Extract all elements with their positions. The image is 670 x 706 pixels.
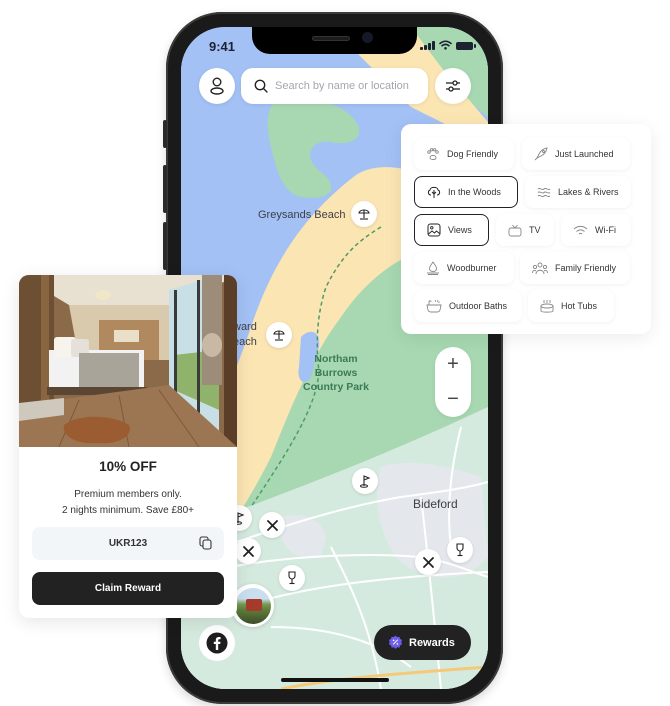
park-label-line3: Country Park xyxy=(303,381,369,393)
filter-chip-views[interactable]: Views xyxy=(414,214,489,246)
filter-chip-label: Outdoor Baths xyxy=(449,301,508,311)
wine-icon xyxy=(456,543,464,557)
status-time: 9:41 xyxy=(209,39,236,54)
beach-icon xyxy=(273,330,285,341)
wifi-status-icon xyxy=(438,40,452,50)
beach-icon xyxy=(358,209,370,220)
cabin-interior-photo xyxy=(19,275,237,447)
promo-code: UKR123 xyxy=(108,538,148,549)
filter-chip-outdoor-baths[interactable]: Outdoor Baths xyxy=(414,290,522,322)
rocket-icon xyxy=(534,147,548,161)
hot-tub-icon xyxy=(540,299,554,313)
restaurant-icon xyxy=(422,556,434,568)
image-icon xyxy=(427,223,441,237)
wine-pin[interactable] xyxy=(279,565,305,591)
filter-chip-label: Hot Tubs xyxy=(561,301,598,311)
park-label-line1: Northam xyxy=(314,353,358,365)
filter-chip-just-launched[interactable]: Just Launched xyxy=(522,138,630,170)
filter-chip-label: Just Launched xyxy=(555,149,614,159)
discount-badge-icon xyxy=(388,635,403,649)
filter-chip-label: Family Friendly xyxy=(555,263,617,273)
waves-icon xyxy=(537,187,551,198)
zoom-control: + − xyxy=(435,347,471,417)
filter-panel: Dog Friendly Just Launched In the Woods … xyxy=(401,124,651,334)
filter-chip-label: Lakes & Rivers xyxy=(558,187,619,197)
filter-chip-hot-tubs[interactable]: Hot Tubs xyxy=(528,290,614,322)
filter-chip-in-the-woods[interactable]: In the Woods xyxy=(414,176,518,208)
restaurant-icon xyxy=(242,545,254,557)
filter-chip-label: Wi-Fi xyxy=(595,225,616,235)
rewards-label: Rewards xyxy=(409,636,455,649)
filter-chip-lakes-rivers[interactable]: Lakes & Rivers xyxy=(525,176,631,208)
filter-chip-label: In the Woods xyxy=(448,187,501,197)
wine-pin[interactable] xyxy=(447,537,473,563)
filter-chip-wifi[interactable]: Wi-Fi xyxy=(561,214,631,246)
rewards-button[interactable]: Rewards xyxy=(374,625,471,660)
phone-volume-up xyxy=(163,165,167,213)
photo-illustration xyxy=(19,275,237,447)
search-bar[interactable] xyxy=(241,68,428,104)
filter-chip-label: Woodburner xyxy=(447,263,497,273)
facebook-button[interactable] xyxy=(199,625,235,661)
status-icons xyxy=(420,40,476,50)
filter-chip-label: TV xyxy=(529,225,541,235)
filter-chip-woodburner[interactable]: Woodburner xyxy=(414,252,514,284)
phone-side-button xyxy=(163,120,167,148)
zoom-in-button[interactable]: + xyxy=(435,348,471,382)
family-icon xyxy=(532,262,548,274)
speaker xyxy=(312,36,350,41)
golf-icon xyxy=(360,475,371,488)
bath-icon xyxy=(426,299,442,313)
facebook-icon xyxy=(206,632,228,654)
signal-icon xyxy=(420,41,435,50)
phone-notch xyxy=(252,27,417,54)
sliders-icon xyxy=(446,80,460,92)
filter-chip-label: Dog Friendly xyxy=(447,149,499,159)
reward-description: Premium members only. 2 nights minimum. … xyxy=(19,487,237,519)
search-input[interactable] xyxy=(275,80,425,92)
search-icon xyxy=(254,79,268,93)
map-label-park: Northam Burrows Country Park xyxy=(296,352,376,394)
promo-code-box[interactable]: UKR123 xyxy=(32,527,224,560)
reward-title: 10% OFF xyxy=(99,459,157,474)
front-camera xyxy=(362,32,373,43)
filter-chip-label: Views xyxy=(448,225,472,235)
paw-icon xyxy=(427,147,439,160)
claim-reward-button[interactable]: Claim Reward xyxy=(32,572,224,605)
restaurant-pin[interactable] xyxy=(415,549,441,575)
tree-icon xyxy=(427,186,441,198)
zoom-out-button[interactable]: − xyxy=(435,383,471,417)
restaurant-pin[interactable] xyxy=(259,512,285,538)
filter-chip-tv[interactable]: TV xyxy=(496,214,554,246)
filter-chip-dog-friendly[interactable]: Dog Friendly xyxy=(414,138,514,170)
wine-icon xyxy=(288,571,296,585)
reward-desc-line1: Premium members only. xyxy=(74,489,182,500)
tv-icon xyxy=(508,224,522,236)
reward-desc-line2: 2 nights minimum. Save £80+ xyxy=(61,505,194,516)
wifi-icon xyxy=(573,225,588,234)
restaurant-icon xyxy=(266,519,278,531)
beach-pin[interactable] xyxy=(351,201,377,227)
battery-icon xyxy=(455,42,476,50)
copy-icon[interactable] xyxy=(199,536,212,550)
phone-volume-down xyxy=(163,222,167,270)
park-label-line2: Burrows xyxy=(314,367,358,379)
filter-chip-family-friendly[interactable]: Family Friendly xyxy=(520,252,630,284)
profile-button[interactable] xyxy=(199,68,235,104)
user-icon xyxy=(210,77,224,95)
map-label-town: Bideford xyxy=(413,497,458,511)
home-indicator xyxy=(281,678,389,682)
filter-button[interactable] xyxy=(435,68,471,104)
reward-card: 10% OFF Premium members only. 2 nights m… xyxy=(19,275,237,618)
fire-icon xyxy=(427,261,439,275)
restaurant-pin[interactable] xyxy=(235,538,261,564)
property-thumbnail xyxy=(234,587,271,624)
golf-pin[interactable] xyxy=(352,468,378,494)
map-label-greysands: Greysands Beach xyxy=(258,209,346,221)
beach-pin[interactable] xyxy=(266,322,292,348)
property-photo-pin[interactable] xyxy=(231,584,274,627)
